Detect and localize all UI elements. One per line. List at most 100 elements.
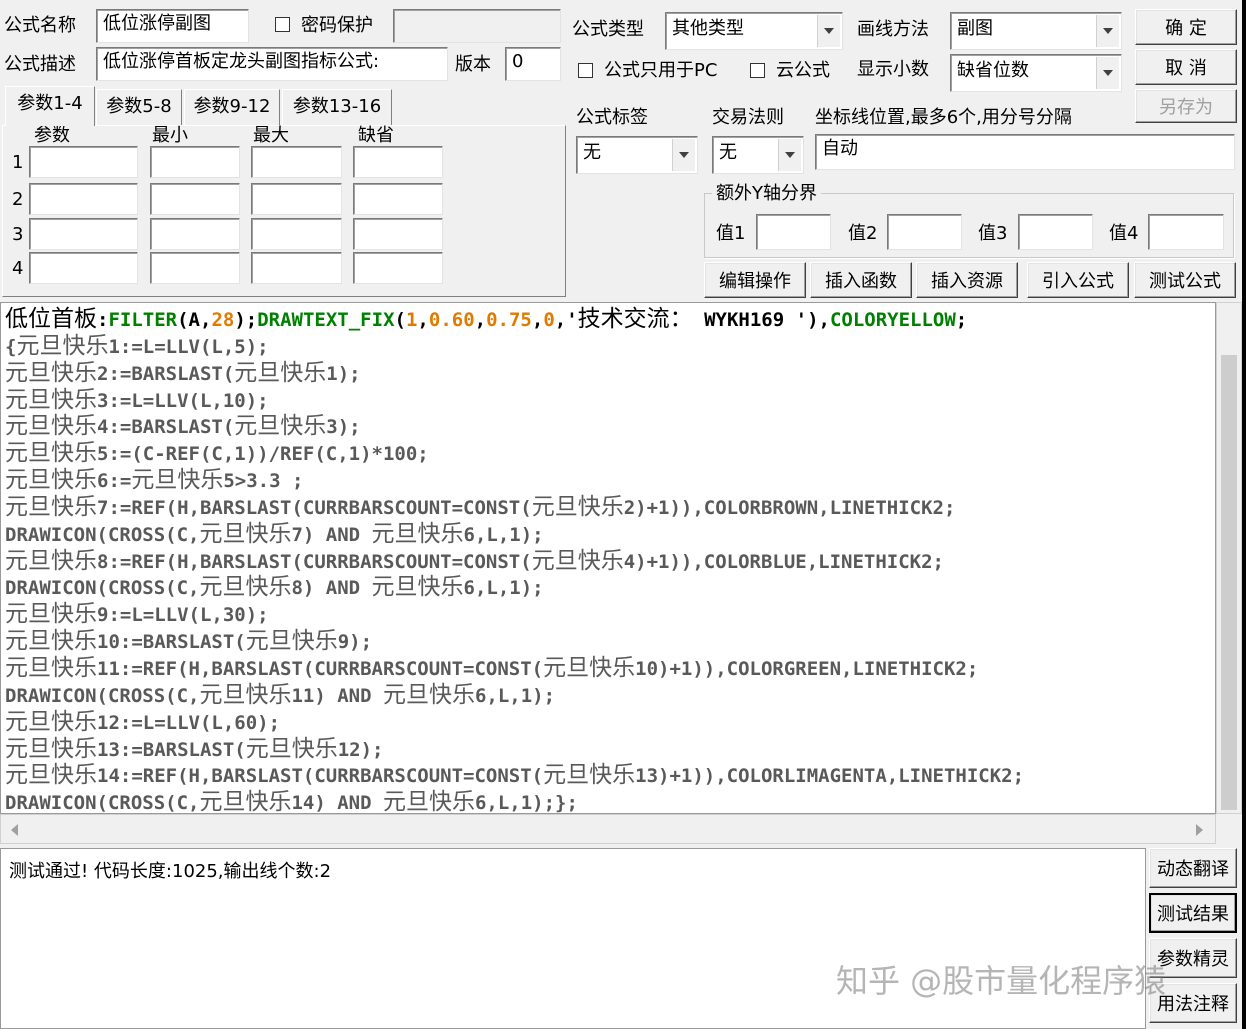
code-line: 元旦快乐8:=REF(H,BARSLAST(CURRBARSCOUNT=CONS…: [5, 547, 944, 574]
param-field[interactable]: [150, 183, 240, 215]
type-label: 公式类型: [572, 19, 644, 40]
code-line: 元旦快乐2:=BARSLAST(元旦快乐1);: [5, 359, 361, 386]
code-line: 低位首板:FILTER(A,28);DRAWTEXT_FIX(1,0.60,0.…: [5, 306, 968, 332]
type-select[interactable]: 其他类型: [665, 12, 843, 50]
code-line: 元旦快乐14:=REF(H,BARSLAST(CURRBARSCOUNT=CON…: [5, 762, 1025, 789]
param-field[interactable]: [251, 146, 342, 178]
draw-value: 副图: [957, 18, 993, 39]
code-line: 元旦快乐7:=REF(H,BARSLAST(CURRBARSCOUNT=CONS…: [5, 493, 956, 520]
scroll-left-icon[interactable]: [9, 823, 21, 837]
param-field[interactable]: [251, 218, 342, 250]
name-field[interactable]: 低位涨停副图: [96, 9, 249, 43]
param-field[interactable]: [353, 252, 443, 284]
decimal-select[interactable]: 缺省位数: [950, 54, 1122, 92]
param-field[interactable]: [353, 183, 443, 215]
insert-res-button[interactable]: 插入资源: [916, 262, 1018, 298]
insert-func-button[interactable]: 插入函数: [810, 262, 912, 298]
param-field[interactable]: [29, 183, 138, 215]
save-as-button: 另存为: [1135, 89, 1237, 123]
yaxis-group-label: 额外Y轴分界: [712, 182, 821, 206]
draw-select[interactable]: 副图: [950, 12, 1122, 50]
vertical-scrollbar[interactable]: [1216, 302, 1242, 814]
code-line: DRAWICON(CROSS(C,元旦快乐7) AND 元旦快乐6,L,1);: [5, 520, 544, 547]
param-field[interactable]: [29, 218, 138, 250]
tab-params-1-4[interactable]: 参数1-4: [5, 86, 95, 126]
password-checkbox[interactable]: [275, 17, 290, 32]
scroll-right-icon[interactable]: [1193, 823, 1205, 837]
param-row-number: 4: [12, 258, 24, 279]
password-label: 密码保护: [301, 15, 373, 36]
cloud-checkbox[interactable]: [750, 63, 765, 78]
decimal-label: 显示小数: [857, 59, 929, 80]
usage-note-button[interactable]: 用法注释: [1149, 983, 1237, 1023]
chevron-down-icon[interactable]: [1096, 57, 1119, 89]
tab-params-5-8[interactable]: 参数5-8: [96, 89, 182, 125]
param-field[interactable]: [150, 218, 240, 250]
param-field[interactable]: [29, 252, 138, 284]
dynamic-translate-button[interactable]: 动态翻译: [1149, 848, 1237, 888]
value2-label: 值2: [848, 223, 878, 244]
code-line: DRAWICON(CROSS(C,元旦快乐11) AND 元旦快乐6,L,1);: [5, 681, 556, 708]
param-wizard-button[interactable]: 参数精灵: [1149, 938, 1237, 978]
code-editor[interactable]: 低位首板:FILTER(A,28);DRAWTEXT_FIX(1,0.60,0.…: [0, 302, 1216, 814]
code-text[interactable]: 低位首板:FILTER(A,28);DRAWTEXT_FIX(1,0.60,0.…: [5, 306, 1025, 814]
value3-label: 值3: [978, 223, 1008, 244]
value2-field[interactable]: [887, 214, 962, 250]
code-line: 元旦快乐9:=L=LLV(L,30);: [5, 601, 269, 628]
tag-value: 无: [583, 142, 601, 163]
value4-field[interactable]: [1148, 214, 1224, 250]
chevron-down-icon[interactable]: [672, 139, 695, 171]
trade-value: 无: [719, 142, 737, 163]
param-header-min: 最小: [152, 125, 188, 146]
param-field[interactable]: [29, 146, 138, 178]
output-panel: 测试通过! 代码长度:1025,输出线个数:2: [0, 848, 1146, 1029]
param-row-number: 2: [12, 189, 24, 210]
axis-label: 坐标线位置,最多6个,用分号分隔: [815, 107, 1072, 128]
value1-field[interactable]: [756, 214, 831, 250]
param-field[interactable]: [251, 252, 342, 284]
code-line: DRAWICON(CROSS(C,元旦快乐8) AND 元旦快乐6,L,1);: [5, 574, 544, 601]
status-text: 测试通过! 代码长度:1025,输出线个数:2: [9, 861, 332, 882]
param-field[interactable]: [353, 218, 443, 250]
pc-only-checkbox[interactable]: [578, 63, 593, 78]
param-field[interactable]: [353, 146, 443, 178]
chevron-down-icon[interactable]: [817, 15, 840, 47]
tab-params-13-16[interactable]: 参数13-16: [282, 89, 392, 125]
trade-select[interactable]: 无: [712, 136, 804, 174]
code-line: {元旦快乐1:=L=LLV(L,5);: [5, 332, 269, 359]
tag-select[interactable]: 无: [576, 136, 698, 174]
value3-field[interactable]: [1018, 214, 1093, 250]
cloud-label: 云公式: [776, 60, 830, 81]
password-field: [393, 9, 561, 43]
code-line: 元旦快乐6:=元旦快乐5>3.3 ;: [5, 467, 304, 494]
chevron-down-icon[interactable]: [778, 139, 801, 171]
cancel-button[interactable]: 取 消: [1135, 49, 1237, 85]
type-value: 其他类型: [672, 18, 744, 39]
code-line: 元旦快乐4:=BARSLAST(元旦快乐3);: [5, 413, 361, 440]
code-line: 元旦快乐12:=L=LLV(L,60);: [5, 708, 281, 735]
ok-button[interactable]: 确 定: [1135, 9, 1237, 45]
code-line: 元旦快乐3:=L=LLV(L,10);: [5, 386, 269, 413]
code-line: DRAWICON(CROSS(C,元旦快乐14) AND 元旦快乐6,L,1);…: [5, 789, 578, 814]
horizontal-scrollbar[interactable]: [0, 814, 1216, 844]
test-result-button[interactable]: 测试结果: [1149, 893, 1237, 933]
desc-label: 公式描述: [4, 54, 76, 75]
param-row-number: 3: [12, 224, 24, 245]
code-line: 元旦快乐10:=BARSLAST(元旦快乐9);: [5, 628, 373, 655]
test-formula-button[interactable]: 测试公式: [1134, 262, 1236, 298]
scroll-thumb[interactable]: [1221, 355, 1237, 810]
tab-params-9-12[interactable]: 参数9-12: [184, 89, 280, 125]
window-edge: [1242, 0, 1246, 1029]
param-field[interactable]: [150, 252, 240, 284]
import-formula-button[interactable]: 引入公式: [1027, 262, 1129, 298]
tag-label: 公式标签: [576, 107, 648, 128]
param-field[interactable]: [251, 183, 342, 215]
axis-field[interactable]: 自动: [815, 134, 1235, 170]
chevron-down-icon[interactable]: [1096, 15, 1119, 47]
trade-label: 交易法则: [712, 107, 784, 128]
version-field[interactable]: 0: [505, 47, 561, 81]
desc-field[interactable]: 低位涨停首板定龙头副图指标公式:: [96, 47, 448, 81]
param-header-name: 参数: [34, 125, 70, 146]
edit-ops-button[interactable]: 编辑操作: [704, 262, 806, 298]
param-field[interactable]: [150, 146, 240, 178]
